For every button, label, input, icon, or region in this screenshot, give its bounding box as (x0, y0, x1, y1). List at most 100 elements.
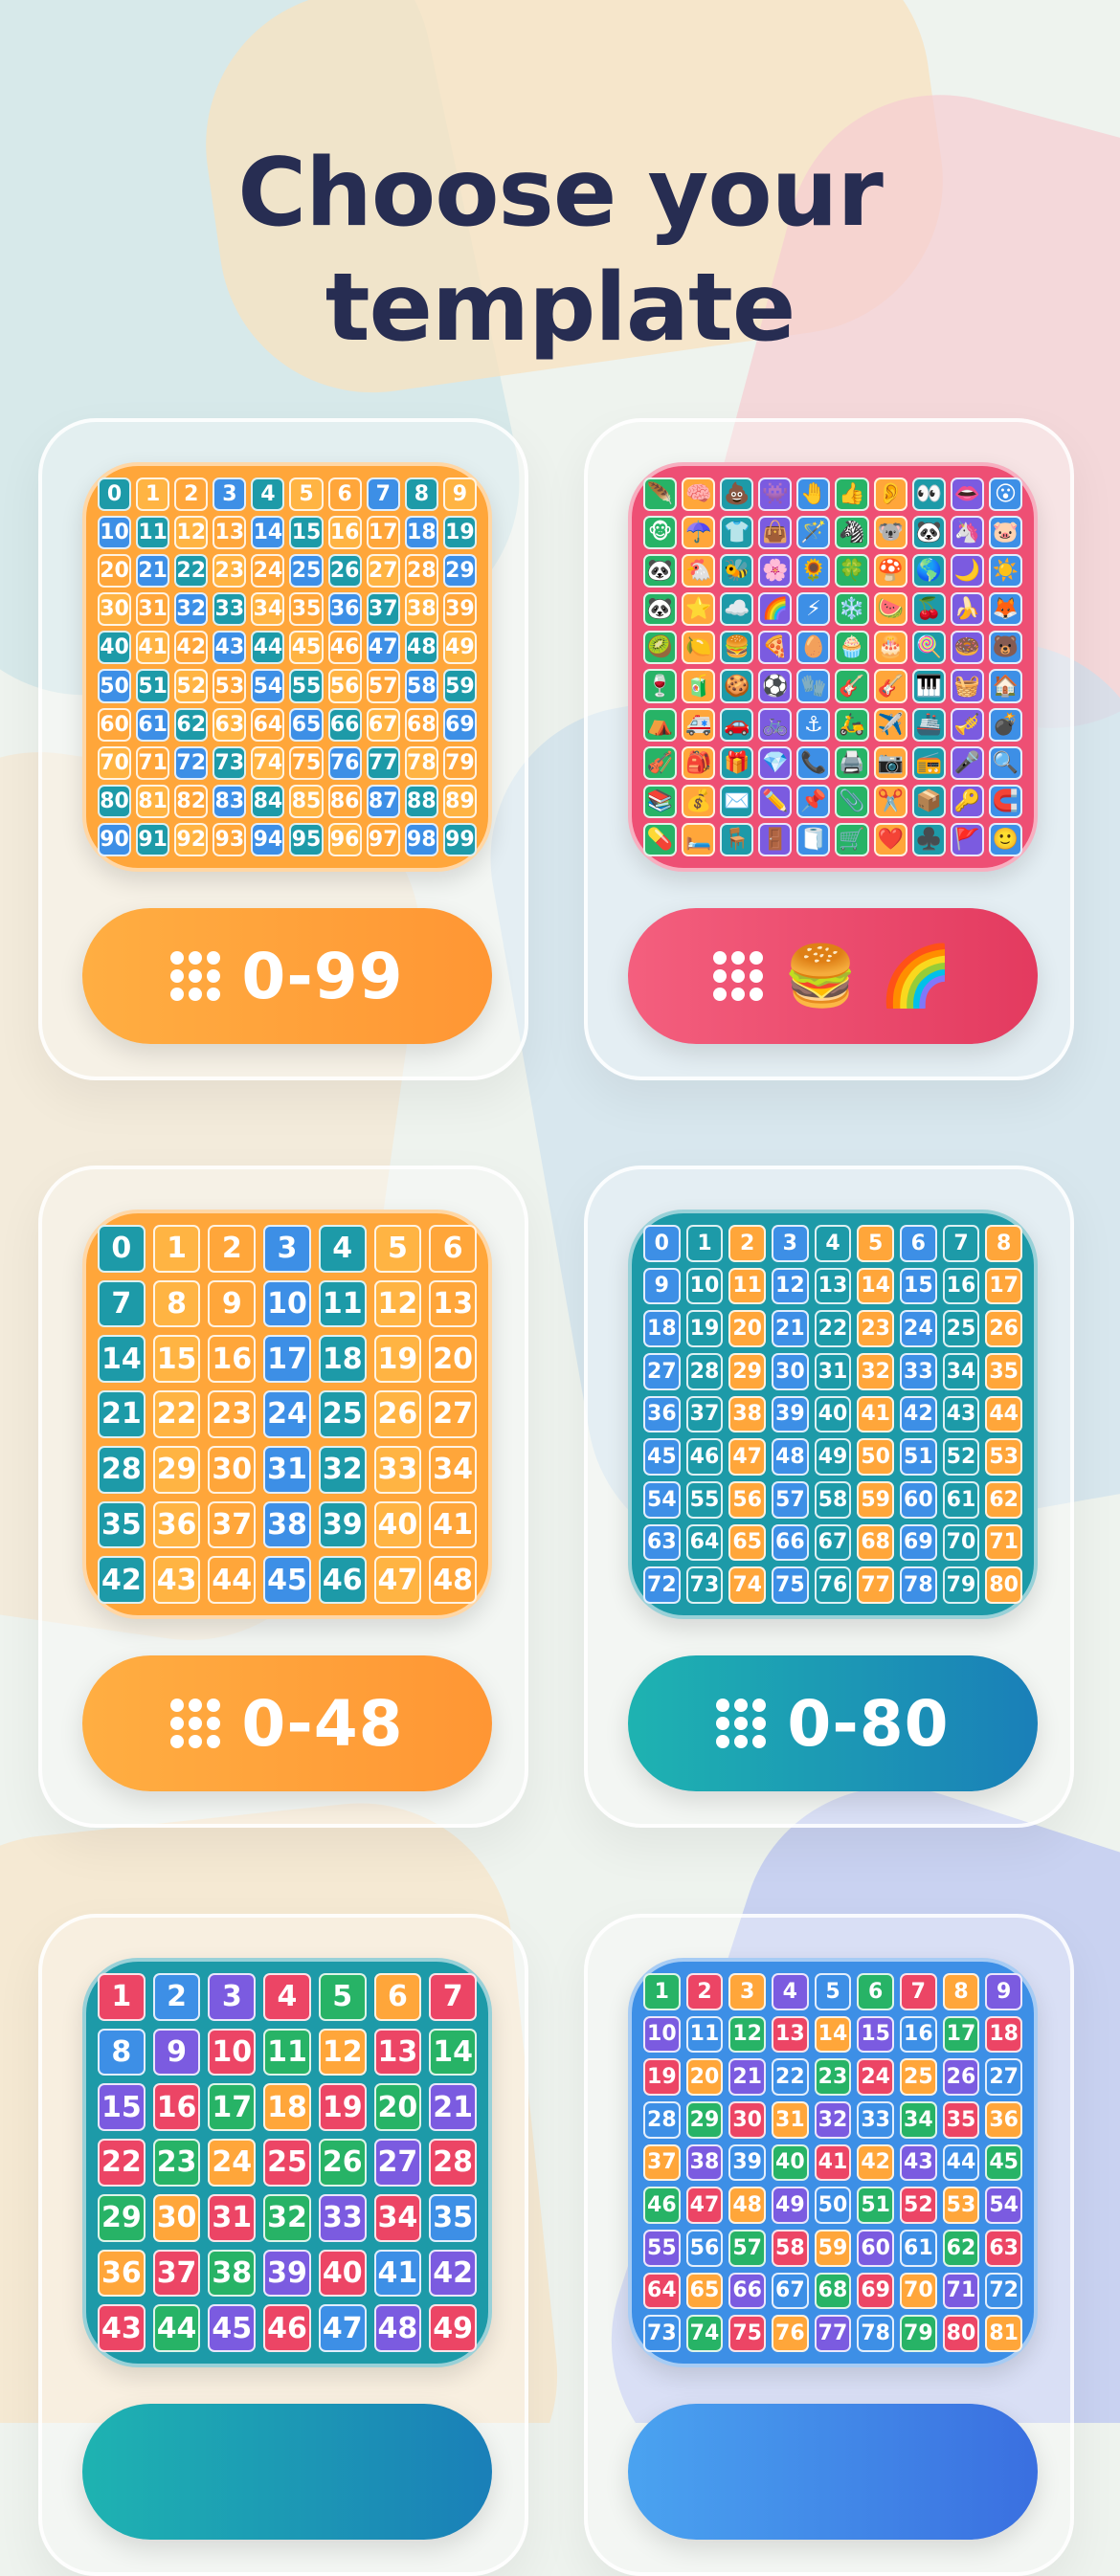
number-tile: 30 (772, 1353, 809, 1390)
emoji-tile: 🚩 (950, 822, 984, 856)
template-board-emoji[interactable]: 🪶 🧠 💩 👾 🤚 👍 👂 👀 👄 😮 🐵 ☂️ 👕 👜 🪄 🦓 🐨 🐼 🦄 🐷 🐼 🐔 🐝 🌸 🌻 🍀 🍄 🌎 🌙 ☀️ 🐼 ⭐ ☁️ 🌈 ⚡ ❄️… (628, 462, 1038, 872)
number-tile: 10 (685, 1267, 724, 1305)
number-tile: 42 (900, 1395, 937, 1433)
number-tile: 26 (318, 2139, 367, 2187)
number-tile: 69 (442, 707, 477, 742)
number-tile: 88 (404, 784, 438, 818)
number-tile: 24 (900, 1310, 937, 1347)
number-tile: 51 (900, 1438, 937, 1476)
emoji-tile: 🥚 (796, 631, 831, 665)
template-card-1-81[interactable]: 1 2 3 4 5 6 7 8 9 10 11 12 13 14 15 16 17 18 19 20 21 22 23 24 2… (584, 1914, 1074, 2576)
number-tile: 20 (373, 2083, 422, 2132)
number-tile: 37 (685, 1395, 724, 1433)
number-tile: 60 (857, 2230, 894, 2267)
template-card-0-48[interactable]: 0 1 2 3 4 5 6 7 8 9 10 11 12 13 14 15 16 17 18 19 20 21 22 23 24… (38, 1166, 528, 1828)
number-tile: 2 (685, 1973, 724, 2010)
select-template-0-48-button[interactable]: 0-48 (82, 1655, 492, 1791)
select-template-1-81-button[interactable] (628, 2404, 1038, 2540)
template-board-0-80[interactable]: 0 1 2 3 4 5 6 7 8 9 10 11 12 13 14 15 16 17 18 19 20 21 22 23 24… (628, 1210, 1038, 1619)
select-template-1-49-button[interactable] (82, 2404, 492, 2540)
number-tile: 1 (136, 477, 170, 512)
number-tile: 41 (857, 1395, 894, 1433)
number-tile: 26 (942, 2058, 980, 2096)
number-tile: 13 (814, 1267, 852, 1305)
number-tile: 12 (318, 2028, 367, 2076)
number-tile: 3 (728, 1973, 766, 2010)
number-tile: 13 (772, 2015, 809, 2054)
number-tile: 46 (643, 2187, 681, 2224)
number-tile: 63 (213, 707, 247, 742)
number-tile: 59 (814, 2230, 852, 2267)
number-tile: 48 (772, 1438, 809, 1476)
emoji-tile: ♣️ (911, 822, 946, 856)
template-card-0-80[interactable]: 0 1 2 3 4 5 6 7 8 9 10 11 12 13 14 15 16 17 18 19 20 21 22 23 24… (584, 1166, 1074, 1828)
emoji-tile: 🎺 (950, 707, 984, 742)
number-tile: 70 (942, 1523, 980, 1562)
emoji-tile: 🏠 (988, 669, 1022, 703)
number-tile: 72 (643, 1566, 681, 1604)
number-tile: 91 (136, 822, 170, 856)
number-tile: 47 (373, 1556, 422, 1604)
number-tile: 58 (404, 669, 438, 703)
number-tile: 45 (289, 631, 324, 665)
number-tile: 28 (429, 2139, 477, 2187)
number-tile: 43 (152, 1556, 201, 1604)
number-tile: 52 (900, 2187, 937, 2224)
emoji-tile: ⛺ (643, 707, 678, 742)
emoji-tile: 🍄 (873, 554, 907, 588)
number-tile: 1 (152, 1225, 201, 1273)
number-tile: 83 (213, 784, 247, 818)
number-tile: 31 (208, 2193, 257, 2242)
number-tile: 28 (404, 554, 438, 588)
number-tile: 61 (900, 2230, 937, 2267)
emoji-tile: 📞 (796, 745, 831, 780)
number-tile: 96 (327, 822, 362, 856)
number-tile: 28 (643, 2101, 681, 2139)
number-tile: 98 (404, 822, 438, 856)
number-tile: 39 (263, 2249, 311, 2298)
number-tile: 51 (857, 2187, 894, 2224)
number-tile: 0 (98, 1225, 146, 1273)
emoji-tile: 🐼 (911, 516, 946, 550)
template-board-1-49[interactable]: 1 2 3 4 5 6 7 8 9 10 11 12 13 14 15 16 17 18 19 20 21 22 23 24 2… (82, 1958, 492, 2367)
number-tile: 16 (900, 2015, 937, 2054)
emoji-tile: 👜 (758, 516, 793, 550)
number-tile: 35 (98, 1500, 146, 1549)
template-card-emoji[interactable]: 🪶 🧠 💩 👾 🤚 👍 👂 👀 👄 😮 🐵 ☂️ 👕 👜 🪄 🦓 🐨 🐼 🦄 🐷 🐼 🐔 🐝 🌸 🌻 🍀 🍄 🌎 🌙 ☀️ 🐼 ⭐ ☁️ 🌈 ⚡ ❄️… (584, 418, 1074, 1080)
number-tile: 12 (174, 516, 209, 550)
template-board-1-81[interactable]: 1 2 3 4 5 6 7 8 9 10 11 12 13 14 15 16 17 18 19 20 21 22 23 24 2… (628, 1958, 1038, 2367)
number-tile: 58 (772, 2230, 809, 2267)
select-template-emoji-button[interactable]: 🍔 🌈 (628, 908, 1038, 1044)
number-tile: 68 (404, 707, 438, 742)
number-tile: 30 (728, 2101, 766, 2139)
emoji-tile: 🛵 (835, 707, 869, 742)
number-tile: 6 (900, 1225, 937, 1262)
number-tile: 32 (174, 592, 209, 627)
template-card-1-49[interactable]: 1 2 3 4 5 6 7 8 9 10 11 12 13 14 15 16 17 18 19 20 21 22 23 24 2… (38, 1914, 528, 2576)
template-board-0-48[interactable]: 0 1 2 3 4 5 6 7 8 9 10 11 12 13 14 15 16 17 18 19 20 21 22 23 24… (82, 1210, 492, 1619)
number-tile: 38 (404, 592, 438, 627)
number-tile: 20 (98, 554, 132, 588)
number-tile: 34 (251, 592, 285, 627)
number-tile: 44 (251, 631, 285, 665)
number-tile: 27 (643, 1353, 681, 1390)
number-tile: 37 (208, 1500, 257, 1549)
number-tile: 62 (985, 1481, 1022, 1519)
number-tile: 45 (985, 2143, 1022, 2182)
template-card-0-99[interactable]: 0 1 2 3 4 5 6 7 8 9 10 11 12 13 14 15 16 17 18 19 20 21 22 23 24… (38, 418, 528, 1080)
number-tile: 62 (174, 707, 209, 742)
number-tile: 46 (685, 1438, 724, 1476)
number-tile: 65 (728, 1523, 766, 1562)
number-tile: 26 (373, 1390, 422, 1438)
number-tile: 85 (289, 784, 324, 818)
number-tile: 35 (289, 592, 324, 627)
number-tile: 9 (985, 1973, 1022, 2010)
select-template-0-99-button[interactable]: 0-99 (82, 908, 492, 1044)
number-tile: 11 (728, 1267, 766, 1305)
emoji-tile: 🎸 (835, 669, 869, 703)
number-tile: 63 (985, 2230, 1022, 2267)
number-tile: 38 (208, 2249, 257, 2298)
emoji-tile: 🔍 (988, 745, 1022, 780)
template-board-0-99[interactable]: 0 1 2 3 4 5 6 7 8 9 10 11 12 13 14 15 16 17 18 19 20 21 22 23 24… (82, 462, 492, 872)
select-template-0-80-button[interactable]: 0-80 (628, 1655, 1038, 1791)
